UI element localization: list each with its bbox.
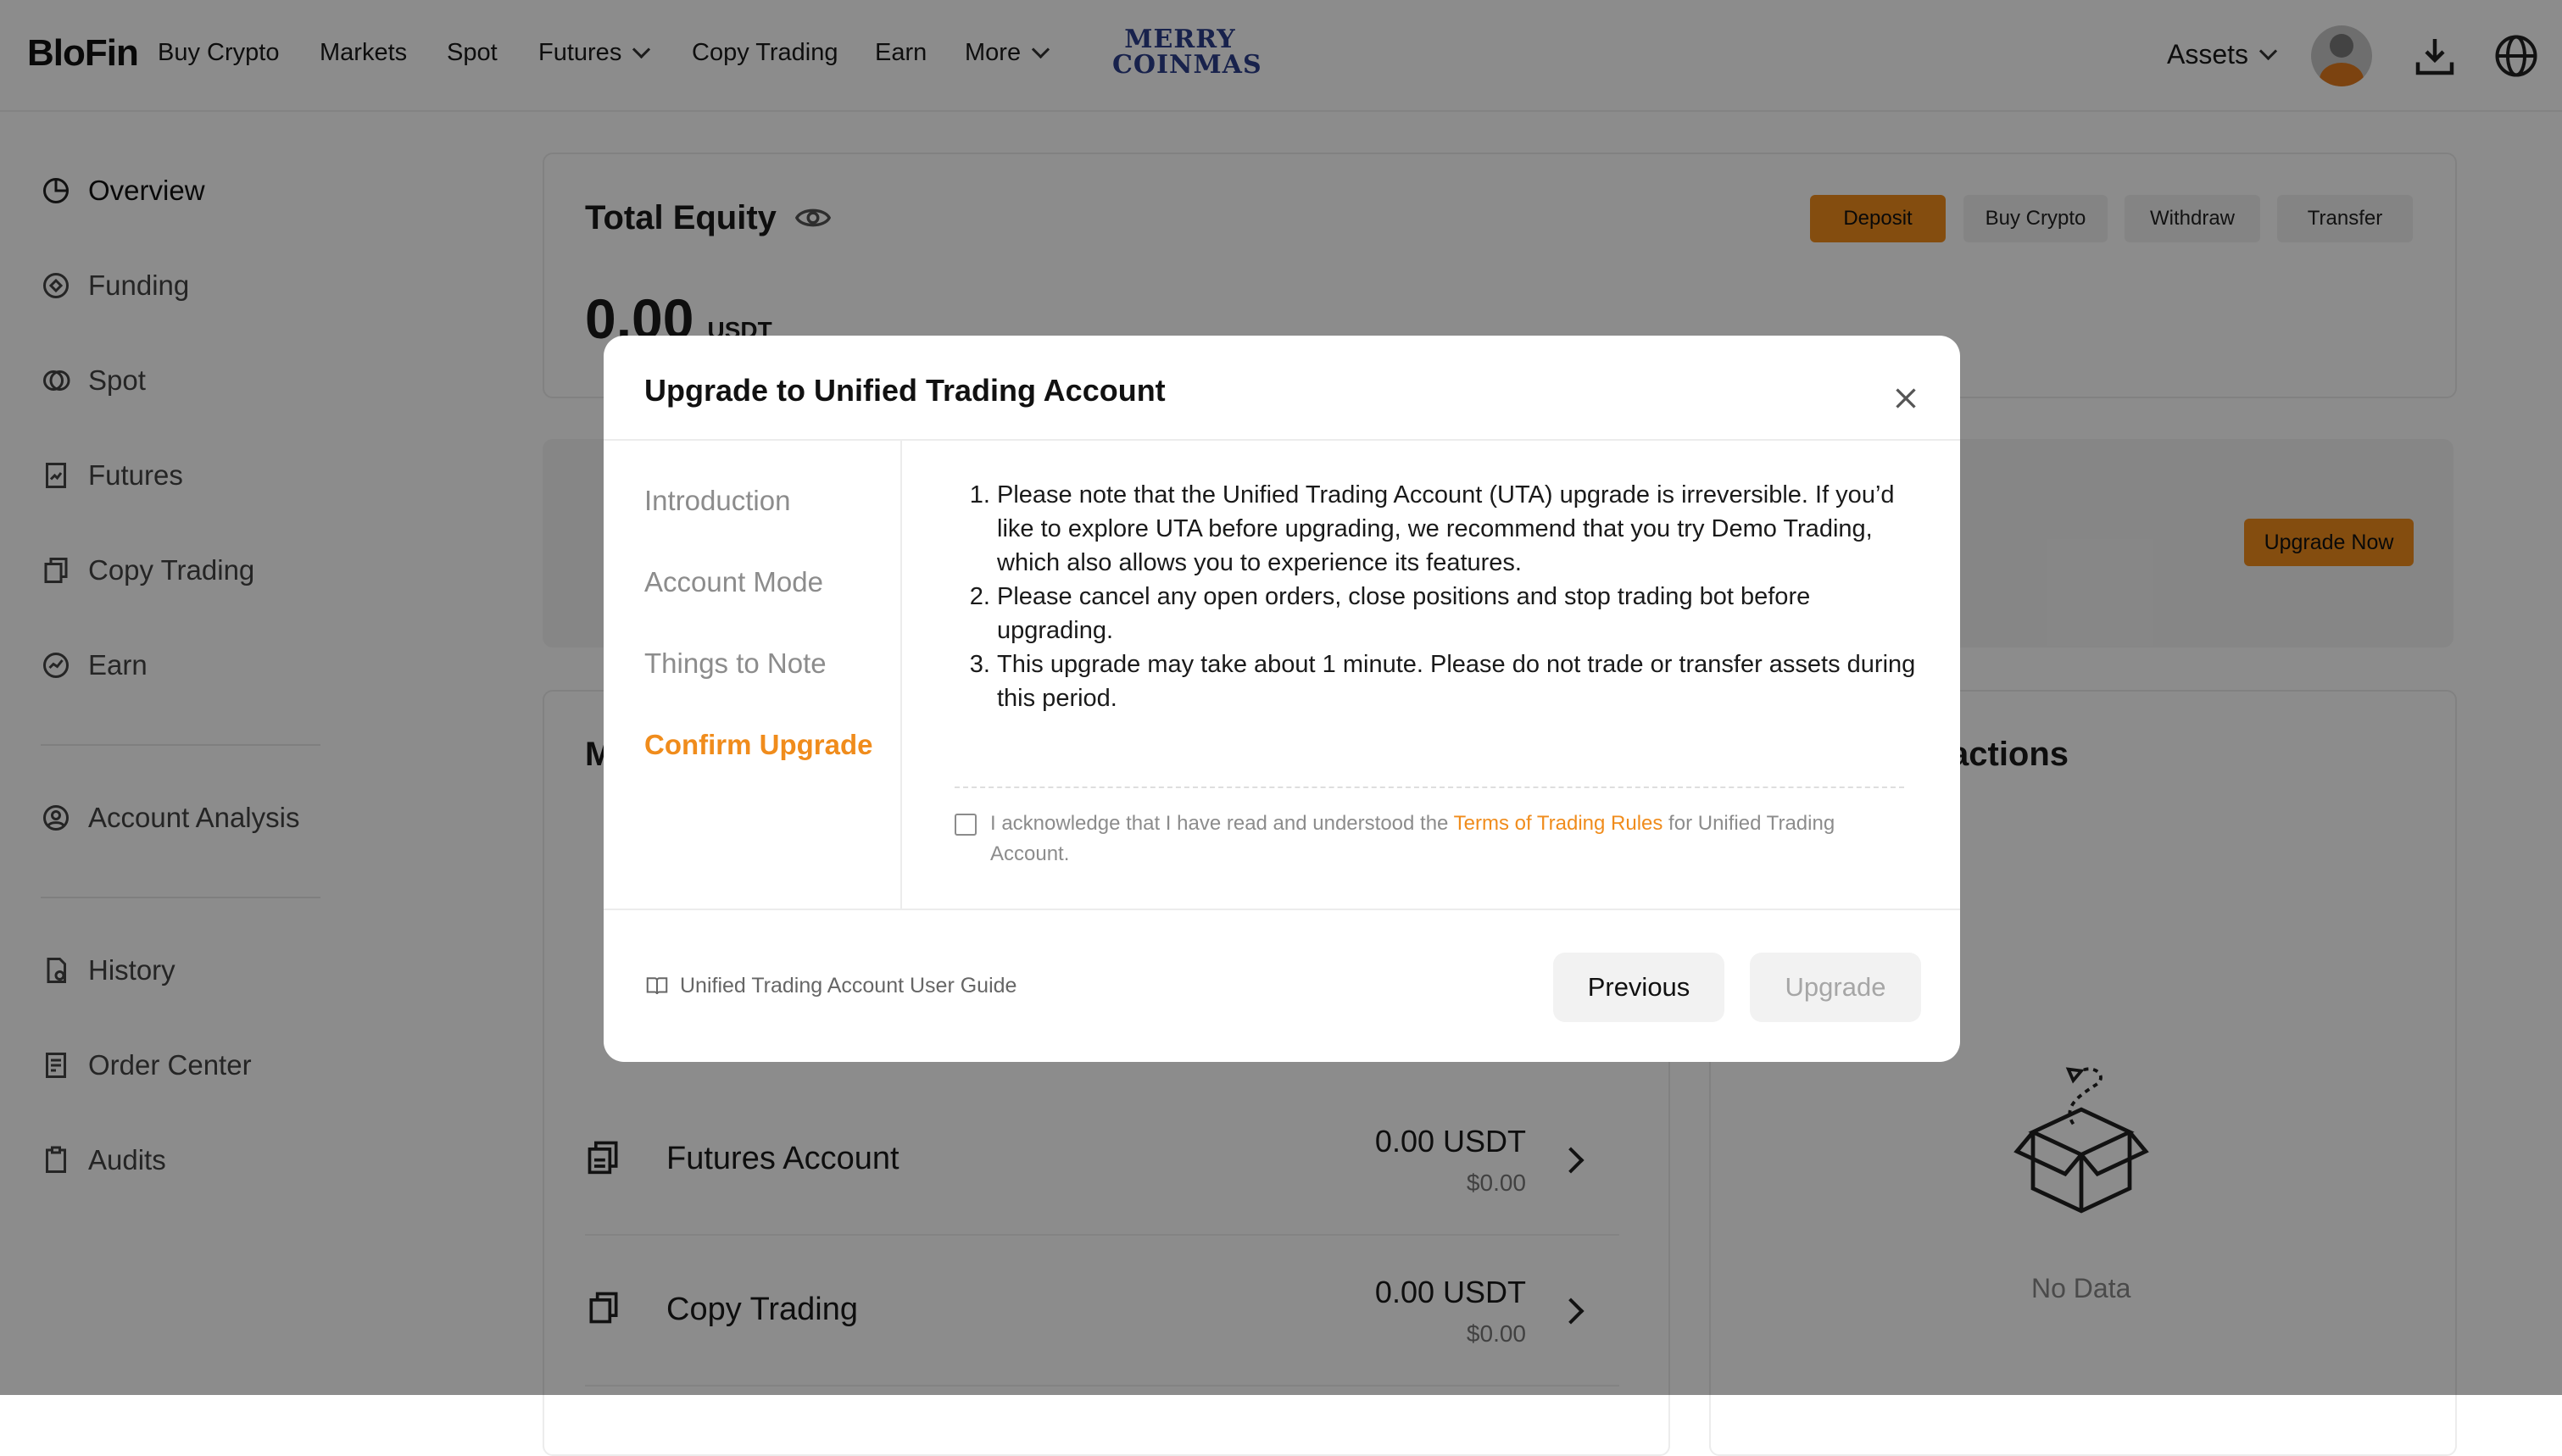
dialog-vertical-divider — [900, 441, 902, 909]
dialog-footer-divider — [604, 909, 1960, 910]
upgrade-notes: Please note that the Unified Trading Acc… — [955, 478, 1921, 715]
book-icon — [646, 977, 668, 995]
step-things-to-note[interactable]: Things to Note — [644, 647, 827, 680]
dialog-title: Upgrade to Unified Trading Account — [644, 373, 1166, 408]
acknowledge-text: I acknowledge that I have read and under… — [990, 809, 1906, 870]
note-item: Please note that the Unified Trading Acc… — [997, 478, 1921, 580]
upgrade-uta-dialog: Upgrade to Unified Trading Account Intro… — [604, 336, 1960, 1062]
step-introduction[interactable]: Introduction — [644, 485, 790, 517]
ack-prefix: I acknowledge that I have read and under… — [990, 812, 1454, 835]
user-guide-link[interactable]: Unified Trading Account User Guide — [644, 973, 1016, 998]
user-guide-label: Unified Trading Account User Guide — [680, 973, 1017, 998]
previous-button[interactable]: Previous — [1553, 953, 1724, 1022]
terms-link[interactable]: Terms of Trading Rules — [1454, 812, 1663, 835]
step-confirm-upgrade[interactable]: Confirm Upgrade — [644, 729, 873, 761]
step-account-mode[interactable]: Account Mode — [644, 566, 823, 598]
note-item: Please cancel any open orders, close pos… — [997, 580, 1921, 647]
dashed-divider — [955, 786, 1904, 788]
upgrade-button[interactable]: Upgrade — [1750, 953, 1921, 1022]
dialog-header-divider — [604, 439, 1960, 441]
acknowledge-checkbox[interactable] — [955, 814, 977, 836]
close-icon[interactable] — [1891, 383, 1921, 414]
note-item: This upgrade may take about 1 minute. Pl… — [997, 647, 1921, 715]
